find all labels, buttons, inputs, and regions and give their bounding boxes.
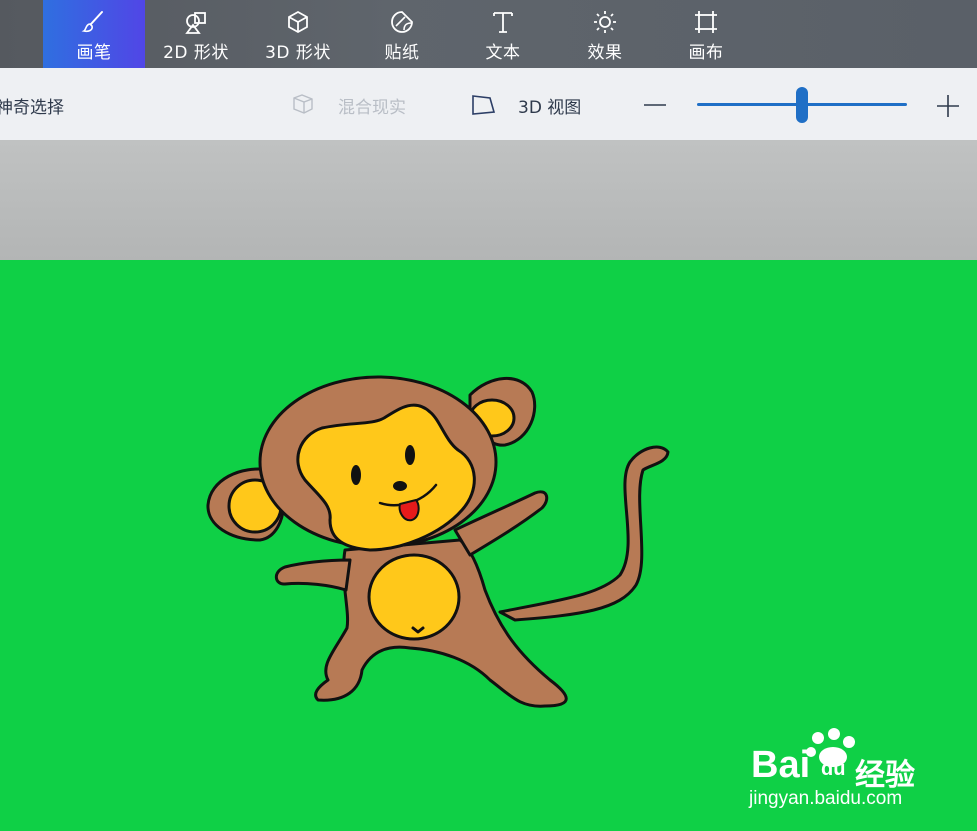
- magic-select-button[interactable]: 神奇选择: [0, 93, 64, 118]
- main-toolbar: 画笔 2D 形状 3D 形状 贴纸 文本 效果 画布: [0, 0, 977, 68]
- drawing-canvas[interactable]: Bai du 经验 jingyan.baidu.com: [0, 260, 977, 831]
- tool-label: 画布: [688, 43, 724, 63]
- baidu-watermark: Bai du 经验 jingyan.baidu.com: [745, 722, 945, 812]
- secondary-toolbar: 神奇选择 混合现实 3D 视图: [0, 68, 977, 141]
- 3d-shapes-icon: [288, 10, 308, 34]
- tool-3d-shapes[interactable]: 3D 形状: [247, 0, 349, 68]
- watermark-url: jingyan.baidu.com: [749, 788, 903, 809]
- effects-icon: [594, 11, 616, 33]
- mixed-reality-button[interactable]: 混合现实: [338, 93, 406, 118]
- canvas-icon: [695, 11, 717, 33]
- tool-label: 2D 形状: [163, 43, 229, 63]
- mixed-reality-icon: [293, 94, 313, 114]
- watermark-brand-a: Bai: [751, 744, 811, 786]
- tool-text[interactable]: 文本: [452, 0, 554, 68]
- tool-effects[interactable]: 效果: [554, 0, 656, 68]
- zoom-in-icon[interactable]: [935, 93, 961, 119]
- tool-label: 贴纸: [384, 43, 420, 63]
- tool-label: 3D 形状: [265, 43, 331, 63]
- stickers-icon: [391, 11, 413, 33]
- text-icon: [493, 12, 513, 33]
- zoom-out-icon[interactable]: [642, 94, 668, 116]
- tool-2d-shapes[interactable]: 2D 形状: [145, 0, 247, 68]
- brush-icon: [81, 11, 103, 33]
- workspace-background: [0, 140, 977, 260]
- 3d-view-icon: [472, 95, 496, 115]
- tool-canvas[interactable]: 画布: [655, 0, 757, 68]
- tool-brushes[interactable]: 画笔: [43, 0, 145, 68]
- tool-label: 文本: [485, 43, 521, 63]
- watermark-brand-b: du: [821, 758, 846, 780]
- 3d-view-button[interactable]: 3D 视图: [518, 93, 581, 118]
- tool-label: 效果: [587, 43, 623, 63]
- zoom-slider-thumb[interactable]: [796, 87, 808, 123]
- tool-stickers[interactable]: 贴纸: [351, 0, 453, 68]
- tool-label: 画笔: [76, 43, 112, 63]
- 2d-shapes-icon: [185, 12, 206, 34]
